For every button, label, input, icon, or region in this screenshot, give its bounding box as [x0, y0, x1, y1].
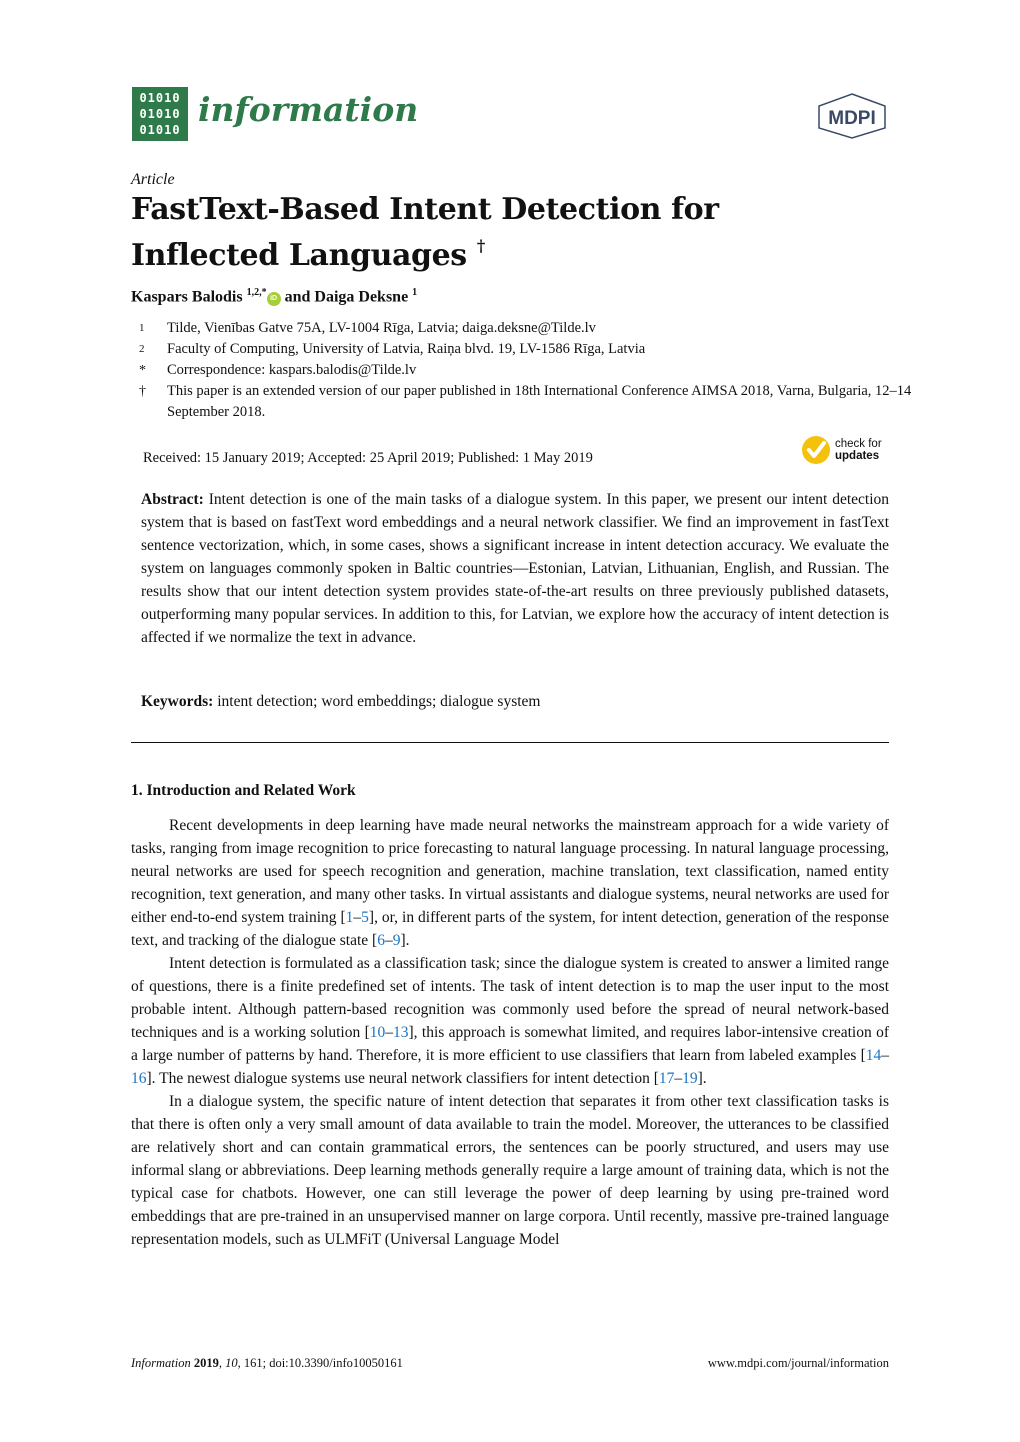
text-run: –: [384, 932, 393, 949]
author-list: Kaspars Balodis 1,2,*iD and Daiga Deksne…: [131, 287, 418, 307]
logo-row: 01010: [139, 123, 181, 137]
citation-link[interactable]: 6: [377, 932, 385, 949]
keywords-label: Keywords:: [141, 693, 214, 710]
publication-dates: Received: 15 January 2019; Accepted: 25 …: [143, 450, 593, 466]
footer-citation: Information 2019, 10, 161; doi:10.3390/i…: [131, 1356, 403, 1370]
citation-link[interactable]: 13: [393, 1024, 409, 1041]
citation-link[interactable]: 10: [370, 1024, 386, 1041]
check-for-updates-badge[interactable]: check for updates: [801, 433, 891, 467]
affiliation-text: Tilde, Vienības Gatve 75A, LV-1004 Rīga,…: [167, 320, 596, 336]
check-updates-label: check for updates: [835, 438, 882, 462]
paragraph: Intent detection is formulated as a clas…: [131, 952, 889, 1090]
text-run: ].: [400, 932, 410, 949]
text-run: –: [385, 1024, 394, 1041]
footer-url[interactable]: www.mdpi.com/journal/information: [662, 1356, 889, 1371]
author-affiliation-sup: 1,2,*: [246, 287, 267, 298]
abstract-label: Abstract:: [141, 491, 204, 508]
keywords: Keywords: intent detection; word embeddi…: [141, 693, 541, 711]
text-run: –: [353, 909, 362, 926]
affiliation-text: Faculty of Computing, University of Latv…: [167, 341, 646, 357]
abstract-text: Intent detection is one of the main task…: [141, 491, 890, 646]
affiliation-mark: 2: [139, 343, 145, 355]
author-affiliation-sup: 1: [412, 287, 418, 298]
citation-link[interactable]: 14: [866, 1047, 882, 1064]
author-connector: and: [284, 288, 311, 306]
check-updates-line: updates: [835, 450, 880, 462]
journal-logo: 01010 01010 01010: [132, 87, 188, 141]
affiliation-mark: *: [139, 363, 146, 378]
citation-link[interactable]: 16: [131, 1070, 147, 1087]
check-updates-line: check for: [835, 438, 882, 450]
affiliation-mark: 1: [139, 322, 145, 334]
paragraph: Recent developments in deep learning hav…: [131, 814, 889, 952]
author-name[interactable]: Daiga Deksne: [314, 288, 408, 305]
citation-link[interactable]: 17: [659, 1070, 675, 1087]
correspondence-text: Correspondence: kaspars.balodis@Tilde.lv: [167, 362, 417, 378]
title-footnote-mark: †: [476, 236, 485, 255]
divider: [131, 742, 889, 743]
citation-link[interactable]: 5: [361, 909, 369, 926]
title-text: Inflected Languages: [131, 238, 467, 273]
affiliation-item: 2 Faculty of Computing, University of La…: [131, 339, 927, 360]
affiliation-mark: †: [139, 384, 146, 399]
author-name[interactable]: Kaspars Balodis: [131, 288, 243, 305]
affiliations: 1 Tilde, Vienības Gatve 75A, LV-1004 Rīg…: [131, 318, 927, 423]
logo-row: 01010: [139, 107, 181, 121]
affiliation-item: * Correspondence: kaspars.balodis@Tilde.…: [131, 360, 927, 381]
text-run: –: [881, 1047, 889, 1064]
keywords-text: intent detection; word embeddings; dialo…: [217, 693, 541, 710]
footer-doi: , 161; doi:10.3390/info10050161: [237, 1356, 403, 1370]
footer-journal: Information: [131, 1356, 191, 1370]
journal-name: information: [198, 90, 419, 129]
section-heading: 1. Introduction and Related Work: [131, 782, 356, 799]
affiliation-item: † This paper is an extended version of o…: [131, 381, 927, 423]
paper-title: FastText-Based Intent Detection for Infl…: [131, 192, 719, 274]
text-run: –: [674, 1070, 683, 1087]
footer-volume: 10: [225, 1356, 238, 1370]
orcid-icon[interactable]: iD: [266, 292, 281, 307]
mdpi-text: MDPI: [828, 108, 876, 129]
citation-link[interactable]: 19: [682, 1070, 698, 1087]
footer-year: 2019: [193, 1356, 219, 1370]
logo-row: 01010: [139, 91, 181, 105]
text-run: ]. The newest dialogue systems use neura…: [146, 1070, 659, 1087]
footnote-text: This paper is an extended version of our…: [167, 383, 912, 420]
article-type: Article: [131, 171, 175, 188]
paragraph: In a dialogue system, the specific natur…: [131, 1093, 889, 1248]
mdpi-logo-icon: MDPI: [818, 93, 886, 139]
affiliation-item: 1 Tilde, Vienības Gatve 75A, LV-1004 Rīg…: [131, 318, 927, 339]
check-updates-icon: [802, 436, 830, 464]
abstract: Abstract: Intent detection is one of the…: [141, 488, 889, 649]
title-line: Inflected Languages †: [131, 228, 719, 274]
text-run: ].: [697, 1070, 707, 1087]
title-line: FastText-Based Intent Detection for: [131, 192, 719, 227]
section-body: Recent developments in deep learning hav…: [131, 814, 889, 1251]
